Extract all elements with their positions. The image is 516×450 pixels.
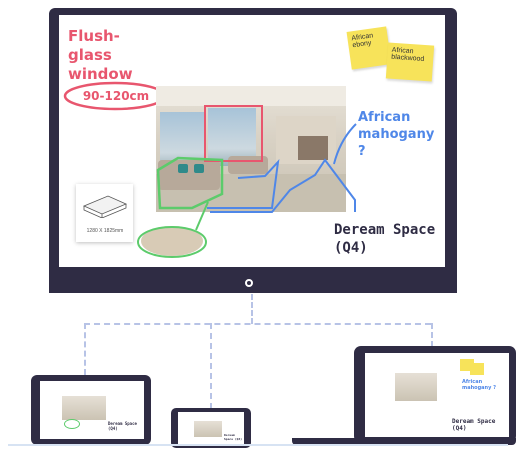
monitor-chin: [49, 275, 457, 293]
carpet-outline-icon: [137, 201, 209, 258]
laptop-wood-question: African mahogany ?: [462, 379, 496, 391]
connector-line: [84, 323, 86, 375]
sofa-sketch-icon: [82, 195, 128, 218]
laptop-screen[interactable]: African mahogany ? Deream Space (Q4): [365, 353, 509, 437]
phone-project-name: Deream Space (Q4): [224, 433, 243, 441]
floor-line: [8, 444, 508, 446]
connector-line: [251, 294, 253, 324]
sofa-sketch-card[interactable]: 1280 X 1825mm: [76, 184, 133, 242]
window-size-annotation: 90-120cm: [82, 89, 150, 103]
project-name: Deream Space (Q4): [334, 222, 436, 256]
arrow-icon: [333, 123, 357, 165]
connector-line: [84, 323, 431, 325]
sticky-note[interactable]: African blackwood: [385, 42, 435, 82]
connector-line: [431, 323, 433, 347]
wood-question-annotation: African mahogany ?: [358, 110, 435, 159]
phone-screen: Deream Space (Q4): [178, 412, 244, 444]
tablet-project-name: Deream Space (Q4): [108, 421, 137, 431]
sticky-note[interactable]: African ebony: [346, 26, 392, 70]
sofa-dimensions: 1280 X 1825mm: [86, 228, 124, 234]
power-button-icon[interactable]: [245, 279, 253, 287]
window-title-annotation: Flush-glass window: [68, 27, 133, 83]
connector-line: [210, 323, 212, 409]
tablet-screen: Deream Space (Q4): [40, 381, 144, 439]
laptop-project-name: Deream Space (Q4): [452, 418, 496, 432]
